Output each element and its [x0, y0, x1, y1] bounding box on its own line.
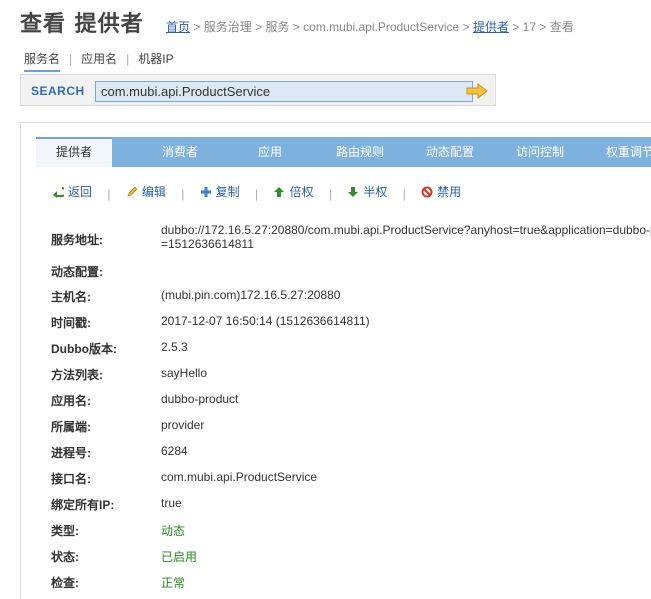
page-title: 查看 提供者 — [20, 12, 144, 37]
type-label: 类型: — [51, 524, 79, 538]
pid-label: 进程号: — [51, 446, 91, 460]
tab-consumers[interactable]: 消费者 — [140, 137, 220, 167]
side-label: 所属端: — [51, 420, 91, 434]
side-value: provider — [161, 418, 205, 432]
tab-bar: 提供者 消费者 应用 路由规则 动态配置 访问控制 权重调节 — [36, 137, 651, 167]
methods-label: 方法列表: — [51, 368, 103, 382]
edit-label: 编辑 — [141, 185, 166, 199]
hostname-label: 主机名: — [51, 290, 91, 304]
pencil-icon — [127, 186, 138, 196]
status-label: 状态: — [51, 550, 79, 564]
divider: | — [402, 186, 406, 201]
arrow-down-icon — [348, 186, 359, 197]
copy-icon — [200, 186, 211, 197]
action-bar: 返回 | 编辑 | 复制 | 倍权 | 半权 | 禁用 — [52, 183, 461, 201]
tab-applications[interactable]: 应用 — [230, 137, 310, 167]
detail-row-service-address: 服务地址: dubbo://172.16.5.27:20880/com.mubi… — [51, 223, 651, 253]
breadcrumb-services: 服务 — [265, 20, 290, 34]
disable-button[interactable]: 禁用 — [421, 183, 461, 200]
search-type-tabs: 服务名 | 应用名 | 机器IP — [24, 50, 174, 72]
arrow-up-icon — [274, 186, 285, 197]
return-icon — [53, 186, 64, 198]
tab-weight[interactable]: 权重调节 — [590, 137, 651, 167]
half-weight-button[interactable]: 半权 — [347, 183, 387, 200]
pid-value: 6284 — [161, 444, 188, 458]
divider: | — [69, 52, 73, 66]
status-value: 已启用 — [161, 550, 198, 564]
half-weight-label: 半权 — [363, 185, 388, 199]
divider: | — [181, 186, 185, 201]
breadcrumb-separator: > — [255, 20, 263, 34]
breadcrumb-view: 查看 — [549, 20, 574, 34]
anyhost-label: 绑定所有IP: — [51, 498, 115, 512]
breadcrumb-service-name: com.mubi.api.ProductService — [303, 20, 460, 34]
dynamic-config-label: 动态配置: — [51, 265, 103, 279]
timestamp-value: 2017-12-07 16:50:14 (1512636614811) — [161, 314, 370, 328]
tab-dynamic-config[interactable]: 动态配置 — [410, 137, 490, 167]
provider-detail-panel: 提供者 消费者 应用 路由规则 动态配置 访问控制 权重调节 返回 | 编辑 |… — [20, 122, 651, 599]
breadcrumb-separator: > — [193, 20, 201, 34]
application-value: dubbo-product — [161, 392, 239, 406]
breadcrumb-provider-id: 17 — [522, 20, 537, 34]
type-value: 动态 — [161, 524, 186, 538]
methods-value: sayHello — [161, 366, 208, 380]
breadcrumb: 首页 > 服务治理 > 服务 > com.mubi.api.ProductSer… — [166, 18, 574, 35]
dubbo-version-label: Dubbo版本: — [51, 342, 117, 356]
divider: | — [255, 186, 259, 201]
tab-routes[interactable]: 路由规则 — [320, 137, 400, 167]
forbid-icon — [421, 186, 433, 197]
search-bar: SEARCH — [20, 74, 496, 106]
anyhost-value: true — [161, 496, 182, 510]
double-weight-button[interactable]: 倍权 — [273, 183, 314, 200]
copy-label: 复制 — [215, 185, 240, 199]
tab-access-control[interactable]: 访问控制 — [500, 137, 580, 167]
breadcrumb-separator: > — [292, 20, 300, 34]
breadcrumb-providers-link[interactable]: 提供者 — [473, 20, 509, 34]
application-label: 应用名: — [51, 394, 91, 408]
service-address-line: =1512636614811 — [161, 237, 254, 251]
back-button[interactable]: 返回 — [52, 183, 92, 200]
check-value: 正常 — [161, 576, 186, 590]
breadcrumb-governance: 服务治理 — [203, 20, 252, 34]
tab-providers[interactable]: 提供者 — [36, 137, 112, 167]
copy-button[interactable]: 复制 — [200, 183, 240, 200]
interface-value: com.mubi.api.ProductService — [161, 470, 318, 484]
dubbo-version-value: 2.5.3 — [161, 340, 188, 354]
go-arrow-icon[interactable] — [466, 83, 488, 99]
divider: | — [328, 186, 332, 201]
service-address-line: dubbo://172.16.5.27:20880/com.mubi.api.P… — [161, 223, 651, 237]
search-tab-service[interactable]: 服务名 — [24, 50, 61, 72]
check-label: 检查: — [51, 576, 79, 590]
search-tab-application[interactable]: 应用名 — [81, 50, 117, 70]
search-tab-ip[interactable]: 机器IP — [138, 50, 173, 70]
double-weight-label: 倍权 — [289, 185, 314, 199]
hostname-value: (mubi.pin.com)172.16.5.27:20880 — [161, 288, 341, 302]
service-address-value: dubbo://172.16.5.27:20880/com.mubi.api.P… — [161, 223, 651, 251]
search-label: SEARCH — [31, 84, 85, 98]
disable-label: 禁用 — [437, 185, 462, 199]
breadcrumb-home-link[interactable]: 首页 — [166, 20, 190, 34]
divider: | — [126, 52, 130, 66]
divider: | — [107, 186, 111, 201]
breadcrumb-separator: > — [462, 20, 470, 34]
back-label: 返回 — [68, 185, 93, 199]
interface-label: 接口名: — [51, 472, 91, 486]
breadcrumb-separator: > — [539, 20, 547, 34]
edit-button[interactable]: 编辑 — [126, 183, 166, 200]
timestamp-label: 时间戳: — [51, 316, 91, 330]
breadcrumb-separator: > — [512, 20, 520, 34]
search-input[interactable] — [95, 81, 473, 102]
service-address-label: 服务地址: — [51, 233, 103, 247]
